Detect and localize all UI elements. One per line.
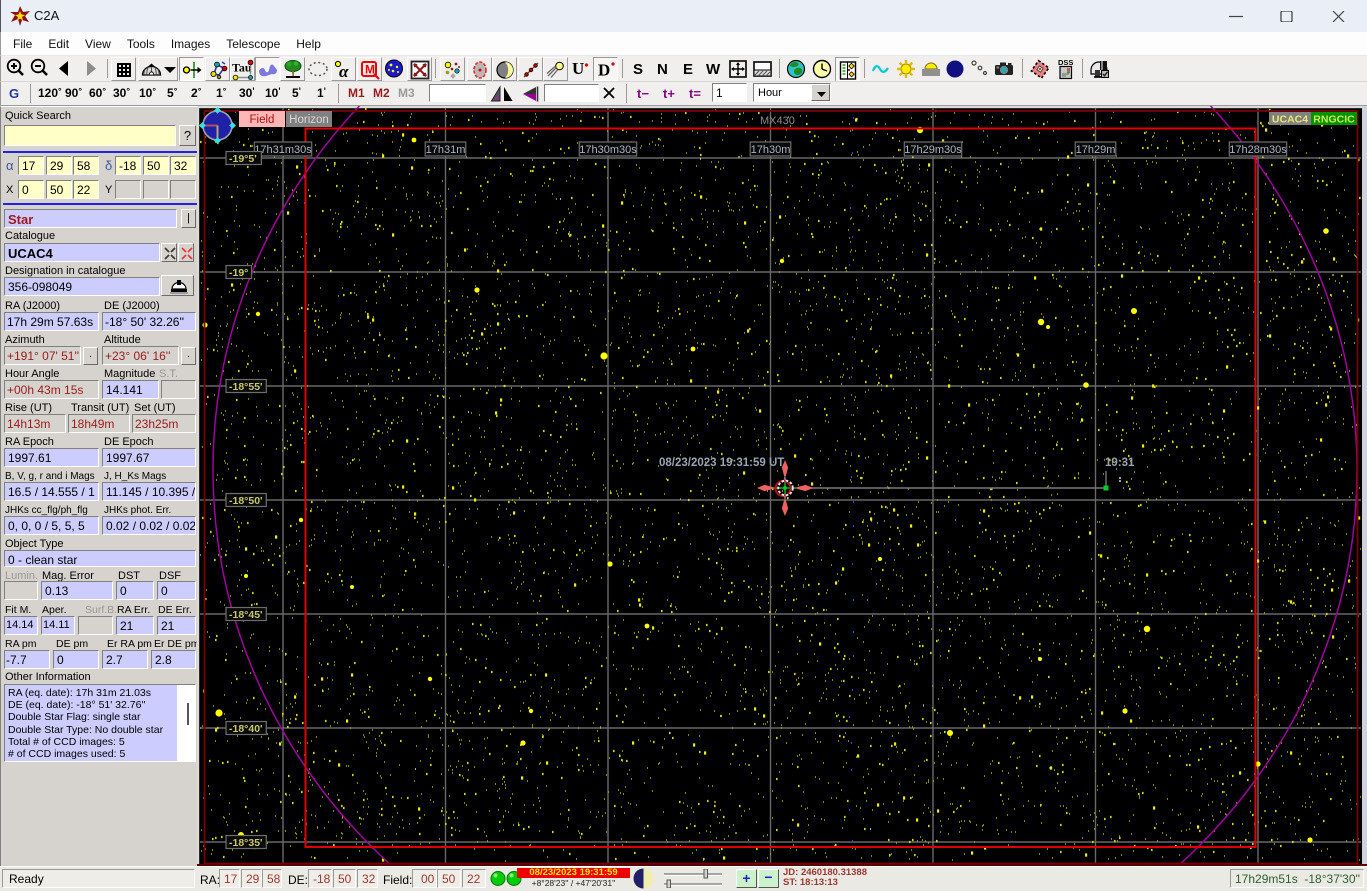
svg-text:S: S (633, 61, 643, 78)
svg-text:17h31m: 17h31m (426, 144, 466, 156)
svg-text:E: E (683, 61, 693, 78)
svg-text:-18°40': -18°40' (229, 723, 263, 735)
svg-text:N: N (657, 61, 668, 78)
svg-text:17h29m30s: 17h29m30s (904, 144, 962, 156)
svg-text:UCAC4: UCAC4 (1272, 114, 1308, 126)
svg-text:W: W (706, 61, 721, 78)
svg-text:17h28m30s: 17h28m30s (1229, 144, 1287, 156)
svg-text:DSS: DSS (1058, 58, 1073, 67)
svg-text:Field: Field (250, 114, 275, 126)
svg-text:-18°55': -18°55' (229, 381, 263, 393)
svg-text:17h31m30s: 17h31m30s (254, 144, 312, 156)
svg-text:-18°45': -18°45' (229, 609, 263, 621)
svg-text:08/23/2023 19:31:59 UT: 08/23/2023 19:31:59 UT (659, 457, 784, 469)
svg-text:-19°5': -19°5' (229, 153, 257, 165)
svg-text:-18°35': -18°35' (229, 837, 263, 849)
svg-text:17h30m30s: 17h30m30s (579, 144, 637, 156)
svg-text:α: α (339, 62, 349, 81)
svg-text:M: M (365, 63, 375, 77)
svg-text:U: U (572, 59, 584, 78)
svg-text:D: D (598, 61, 610, 80)
svg-text:MX430: MX430 (760, 115, 795, 127)
svg-text:Horizon: Horizon (289, 114, 329, 126)
svg-text:-19°: -19° (229, 267, 248, 279)
svg-text:RNGCIC: RNGCIC (1313, 114, 1355, 126)
svg-text:17h29m: 17h29m (1076, 144, 1116, 156)
svg-text:19:31: 19:31 (1105, 457, 1135, 469)
svg-text:-18°50': -18°50' (229, 495, 263, 507)
svg-text:17h30m: 17h30m (751, 144, 791, 156)
